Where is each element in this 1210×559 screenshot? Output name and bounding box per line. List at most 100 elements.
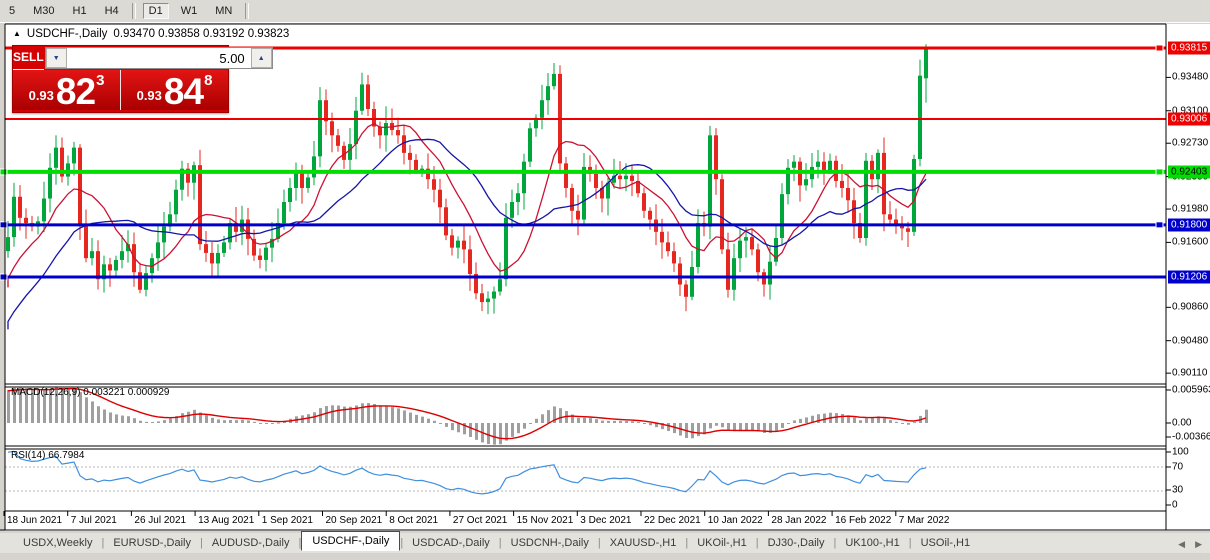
chart-tab-xauusd[interactable]: XAUUSD-,H1 [601, 535, 686, 551]
candle-body [90, 251, 94, 258]
macd-histogram-bar [151, 422, 154, 423]
tab-scroll-left-icon[interactable]: ◀ [1178, 539, 1185, 550]
candle-body [732, 258, 736, 290]
candle-body [282, 202, 286, 223]
tab-scroll-right-icon[interactable]: ▶ [1195, 539, 1202, 550]
date-axis-label[interactable]: 20 Sep 2021 [326, 515, 383, 526]
candle-body [210, 253, 214, 264]
candle-body [114, 260, 118, 271]
macd-histogram-bar [541, 414, 544, 423]
macd-histogram-bar [721, 423, 724, 427]
candle-body [660, 232, 664, 243]
macd-histogram-bar [523, 423, 526, 429]
macd-histogram-bar [457, 423, 460, 432]
candle-body [18, 197, 22, 218]
volume-decrease-button[interactable]: ▼ [46, 48, 67, 68]
date-axis-label[interactable]: 18 Jun 2021 [7, 515, 62, 526]
chart-tab-usdx[interactable]: USDX,Weekly [14, 535, 101, 551]
level-marker-icon[interactable] [0, 169, 7, 175]
candle-body [570, 188, 574, 211]
volume-increase-button[interactable]: ▲ [251, 48, 272, 68]
level-price-box[interactable]: 0.92403 [1168, 165, 1210, 178]
level-marker-icon[interactable] [1156, 45, 1163, 51]
candle-body [156, 242, 160, 258]
chart-tab-usdcnh[interactable]: USDCNH-,Daily [502, 535, 598, 551]
candle-body [84, 225, 88, 258]
candle-body [192, 165, 196, 183]
candle-body [96, 251, 100, 279]
candle-body [924, 47, 928, 78]
date-axis-label[interactable]: 1 Sep 2021 [262, 515, 313, 526]
candle-body [54, 148, 58, 168]
buy-button[interactable]: BUY [274, 46, 299, 70]
level-price-box[interactable]: 0.93006 [1168, 112, 1210, 125]
chart-tab-eurusd[interactable]: EURUSD-,Daily [104, 535, 200, 551]
candle-body [822, 162, 826, 171]
price-tick-label: 0.92730 [1172, 138, 1208, 149]
level-marker-icon[interactable] [0, 274, 7, 280]
macd-histogram-bar [163, 420, 166, 423]
volume-input[interactable] [67, 48, 251, 68]
level-marker-icon[interactable] [0, 222, 7, 228]
candle-body [108, 264, 112, 270]
macd-histogram-bar [487, 423, 490, 444]
candle-body [642, 193, 646, 211]
candle-body [594, 174, 598, 188]
chart-tab-ukoil[interactable]: UKOil-,H1 [688, 535, 756, 551]
candle-body [312, 156, 316, 177]
date-axis-label[interactable]: 3 Dec 2021 [580, 515, 631, 526]
macd-histogram-bar [805, 417, 808, 423]
macd-histogram-bar [103, 409, 106, 423]
level-marker-icon[interactable] [1156, 222, 1163, 228]
sell-price-display[interactable]: 0.93 82 3 [13, 70, 121, 110]
macd-histogram-bar [91, 401, 94, 423]
chart-tab-usdcad[interactable]: USDCAD-,Daily [403, 535, 499, 551]
macd-histogram-bar [517, 423, 520, 433]
chart-tab-audusd[interactable]: AUDUSD-,Daily [203, 535, 299, 551]
candle-body [756, 249, 760, 272]
collapse-triangle-icon[interactable]: ▲ [13, 30, 21, 38]
candle-body [318, 100, 322, 156]
macd-histogram-bar [835, 413, 838, 423]
ma-line-fast [8, 124, 926, 288]
chart-tab-usoil[interactable]: USOil-,H1 [912, 535, 980, 551]
chart-tab-dj30[interactable]: DJ30-,Daily [759, 535, 834, 551]
chart-tab-usdchf[interactable]: USDCHF-,Daily [301, 531, 400, 551]
candle-body [768, 262, 772, 285]
date-axis-label[interactable]: 7 Jul 2021 [71, 515, 117, 526]
date-axis-label[interactable]: 26 Jul 2021 [134, 515, 186, 526]
buy-price-display[interactable]: 0.93 84 8 [121, 70, 228, 110]
macd-histogram-bar [493, 423, 496, 445]
date-axis-label[interactable]: 28 Jan 2022 [771, 515, 826, 526]
arrow-up-icon: ▲ [258, 55, 265, 62]
candle-body [564, 163, 568, 188]
candle-body [222, 242, 226, 253]
date-axis-label[interactable]: 15 Nov 2021 [517, 515, 574, 526]
macd-histogram-bar [409, 413, 412, 423]
price-tick-label: 0.90110 [1172, 368, 1207, 379]
candle-body [78, 148, 82, 225]
date-axis-label[interactable]: 22 Dec 2021 [644, 515, 701, 526]
macd-histogram-bar [793, 420, 796, 423]
candle-body [486, 299, 490, 303]
sell-price-base: 0.93 [29, 86, 54, 107]
date-axis-label[interactable]: 7 Mar 2022 [899, 515, 950, 526]
date-axis-label[interactable]: 16 Feb 2022 [835, 515, 891, 526]
level-price-box[interactable]: 0.91206 [1168, 270, 1210, 283]
candle-body [306, 177, 310, 188]
date-axis-label[interactable]: 13 Aug 2021 [198, 515, 254, 526]
chart-tab-uk100[interactable]: UK100-,H1 [836, 535, 908, 551]
candle-body [336, 135, 340, 146]
level-price-box[interactable]: 0.93815 [1168, 42, 1210, 55]
sell-button[interactable]: SELL [13, 46, 44, 70]
level-price-box[interactable]: 0.91800 [1168, 218, 1210, 231]
sell-price-pip: 3 [96, 70, 104, 89]
candle-body [462, 241, 466, 250]
candle-body [258, 256, 262, 260]
candle-body [522, 162, 526, 194]
level-marker-icon[interactable] [1156, 169, 1163, 175]
date-axis-label[interactable]: 27 Oct 2021 [453, 515, 507, 526]
date-axis-label[interactable]: 10 Jan 2022 [708, 515, 763, 526]
macd-histogram-bar [613, 421, 616, 423]
date-axis-label[interactable]: 8 Oct 2021 [389, 515, 438, 526]
